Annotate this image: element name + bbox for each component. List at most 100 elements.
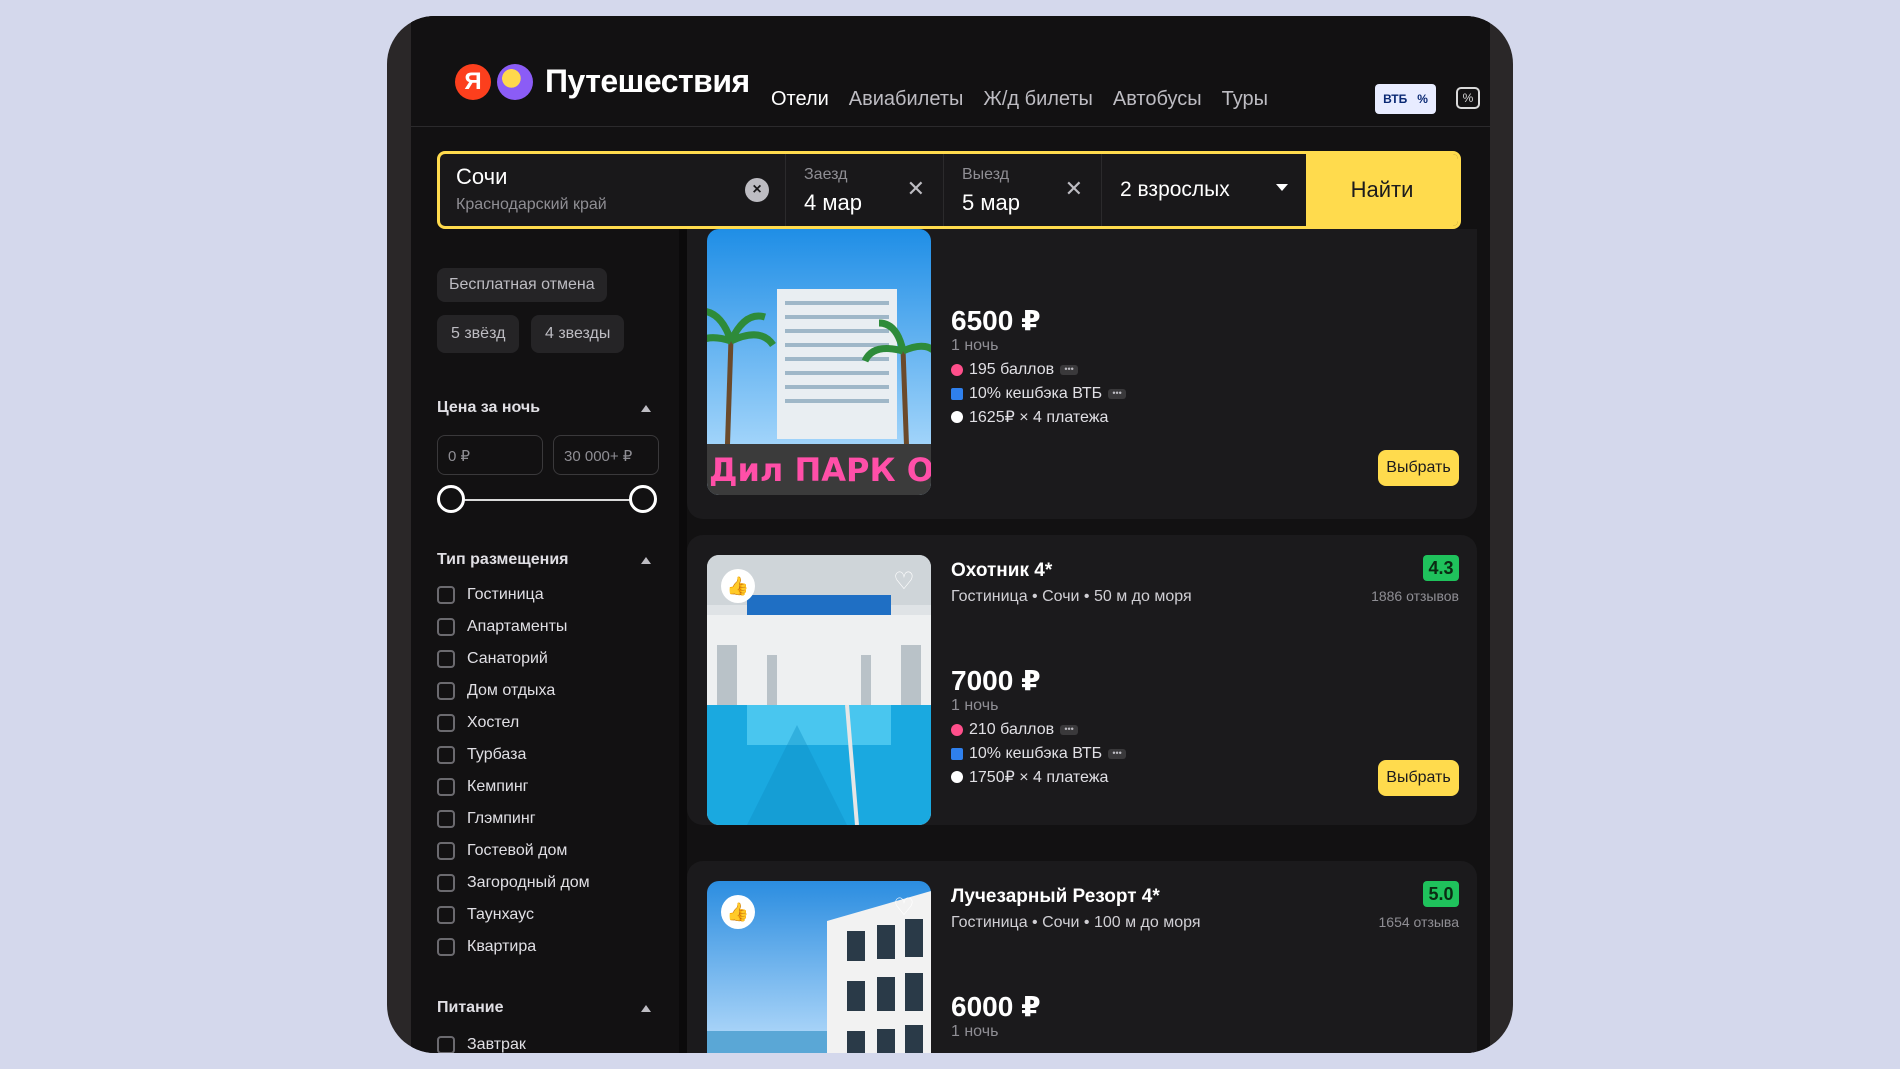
checkin-field[interactable]: Заезд 4 мар ✕	[786, 154, 944, 226]
type-option[interactable]: Загородный дом	[437, 874, 590, 892]
hotel-per-night: 1 ночь	[951, 697, 999, 714]
chevron-down-icon	[1276, 184, 1288, 191]
more-icon[interactable]: •••	[1060, 365, 1079, 375]
price-slider-max-handle[interactable]	[629, 485, 657, 513]
points-text: 210 баллов	[969, 721, 1055, 738]
type-option-label: Хостел	[467, 714, 520, 731]
type-option[interactable]: Турбаза	[437, 746, 526, 764]
type-option-label: Глэмпинг	[467, 810, 536, 827]
clear-checkin-icon[interactable]: ✕	[907, 176, 925, 202]
price-slider-track[interactable]	[451, 499, 641, 501]
nav-flights[interactable]: Авиабилеты	[849, 88, 964, 111]
ticket-icon[interactable]: %	[1456, 87, 1480, 109]
hotel-price: 6000 ₽	[951, 991, 1041, 1022]
checkbox[interactable]	[437, 938, 455, 956]
hotel-name[interactable]: Лучезарный Резорт 4*	[951, 886, 1160, 908]
more-icon[interactable]: •••	[1108, 749, 1127, 759]
hotel-photo[interactable]: 👍 ♡	[707, 555, 931, 825]
pick-button[interactable]: Выбрать	[1378, 450, 1459, 486]
checkbox[interactable]	[437, 714, 455, 732]
reviews-count[interactable]: 1886 отзывов	[1371, 588, 1459, 604]
perk-points: 195 баллов •••	[951, 361, 1079, 379]
type-option[interactable]: Гостиница	[437, 586, 544, 604]
chip-free-cancel[interactable]: Бесплатная отмена	[437, 268, 607, 302]
thumbs-up-icon: 👍	[721, 569, 755, 603]
more-icon[interactable]: •••	[1108, 389, 1127, 399]
app-screen: Я Путешествия Отели Авиабилеты Ж/д билет…	[411, 16, 1490, 1053]
perk-cashback: 10% кешбэка ВТБ •••	[951, 385, 1127, 403]
type-option[interactable]: Квартира	[437, 938, 536, 956]
type-filter-title[interactable]: Тип размещения	[437, 551, 657, 569]
perk-installments: 1750₽ × 4 платежа	[951, 767, 1108, 787]
reviews-count[interactable]: 1654 отзыва	[1379, 914, 1459, 930]
food-filter-title[interactable]: Питание	[437, 999, 657, 1017]
checkbox[interactable]	[437, 1036, 455, 1053]
type-option[interactable]: Санаторий	[437, 650, 548, 668]
guests-select[interactable]: 2 взрослых	[1102, 154, 1306, 226]
guests-value: 2 взрослых	[1120, 178, 1230, 201]
type-option-label: Дом отдыха	[467, 682, 556, 699]
find-button[interactable]: Найти	[1306, 154, 1458, 226]
perk-installments: 1625₽ × 4 платежа	[951, 407, 1108, 427]
nav-tours[interactable]: Туры	[1222, 88, 1268, 111]
checkbox[interactable]	[437, 810, 455, 828]
food-option[interactable]: Завтрак	[437, 1036, 526, 1053]
chevron-up-icon	[641, 405, 651, 412]
checkbox[interactable]	[437, 906, 455, 924]
type-option[interactable]: Таунхаус	[437, 906, 534, 924]
checkbox[interactable]	[437, 682, 455, 700]
hotel-photo[interactable]: 👍 ♡	[707, 881, 931, 1053]
checkbox[interactable]	[437, 586, 455, 604]
checkbox[interactable]	[437, 650, 455, 668]
vtb-badge[interactable]: ВТБ %	[1375, 84, 1436, 114]
hotel-photo[interactable]: Дил ПАРК ОТЕ	[707, 229, 931, 495]
type-option[interactable]: Хостел	[437, 714, 519, 732]
vtb-card-icon	[951, 748, 963, 760]
hotel-name[interactable]: Охотник 4*	[951, 560, 1052, 582]
hotel-card[interactable]: 👍 ♡ Охотник 4* Гостиница • Сочи • 50 м д…	[687, 535, 1477, 825]
type-option-label: Гостевой дом	[467, 842, 568, 859]
nav-trains[interactable]: Ж/д билеты	[983, 88, 1093, 111]
nav-buses[interactable]: Автобусы	[1113, 88, 1202, 111]
hotel-card[interactable]: 👍 ♡ Лучезарный Резорт 4* Гостиница • Соч…	[687, 861, 1477, 1053]
vtb-card-icon	[951, 388, 963, 400]
checkbox[interactable]	[437, 618, 455, 636]
type-option[interactable]: Дом отдыха	[437, 682, 555, 700]
hotel-price: 7000 ₽	[951, 665, 1041, 696]
nav-hotels[interactable]: Отели	[771, 88, 829, 111]
clear-checkout-icon[interactable]: ✕	[1065, 176, 1083, 202]
type-option-label: Гостиница	[467, 586, 544, 603]
cashback-text: 10% кешбэка ВТБ	[969, 385, 1103, 402]
price-filter-title[interactable]: Цена за ночь	[437, 399, 657, 417]
chip-5-stars[interactable]: 5 звёзд	[437, 315, 520, 353]
type-option-label: Турбаза	[467, 746, 527, 763]
more-icon[interactable]: •••	[1060, 725, 1079, 735]
price-min-input[interactable]: 0 ₽	[437, 435, 543, 475]
clear-city-icon[interactable]: ×	[745, 178, 769, 202]
perk-cashback: 10% кешбэка ВТБ •••	[951, 745, 1127, 763]
type-option[interactable]: Апартаменты	[437, 618, 567, 636]
food-option-label: Завтрак	[467, 1036, 526, 1053]
checkbox[interactable]	[437, 746, 455, 764]
price-max-input[interactable]: 30 000+ ₽	[553, 435, 659, 475]
type-option-label: Санаторий	[467, 650, 548, 667]
checkbox[interactable]	[437, 778, 455, 796]
checkbox[interactable]	[437, 874, 455, 892]
type-option-label: Таунхаус	[467, 906, 534, 923]
type-option[interactable]: Кемпинг	[437, 778, 529, 796]
price-slider-min-handle[interactable]	[437, 485, 465, 513]
hotel-per-night: 1 ночь	[951, 1023, 999, 1040]
type-option[interactable]: Гостевой дом	[437, 842, 567, 860]
hotel-card[interactable]: Дил ПАРК ОТЕ 6500 ₽ 1 ночь 195 баллов ••…	[687, 229, 1477, 519]
rating-badge: 4.3	[1423, 555, 1459, 581]
favorite-heart-icon[interactable]: ♡	[891, 569, 917, 595]
thumbs-up-icon: 👍	[721, 895, 755, 929]
type-option[interactable]: Глэмпинг	[437, 810, 536, 828]
pick-button[interactable]: Выбрать	[1378, 760, 1459, 796]
checkbox[interactable]	[437, 842, 455, 860]
favorite-heart-icon[interactable]: ♡	[891, 895, 917, 921]
type-option-label: Кемпинг	[467, 778, 529, 795]
checkout-field[interactable]: Выезд 5 мар ✕	[944, 154, 1102, 226]
chip-4-stars[interactable]: 4 звезды	[531, 315, 625, 353]
price-filter-label: Цена за ночь	[437, 399, 541, 416]
